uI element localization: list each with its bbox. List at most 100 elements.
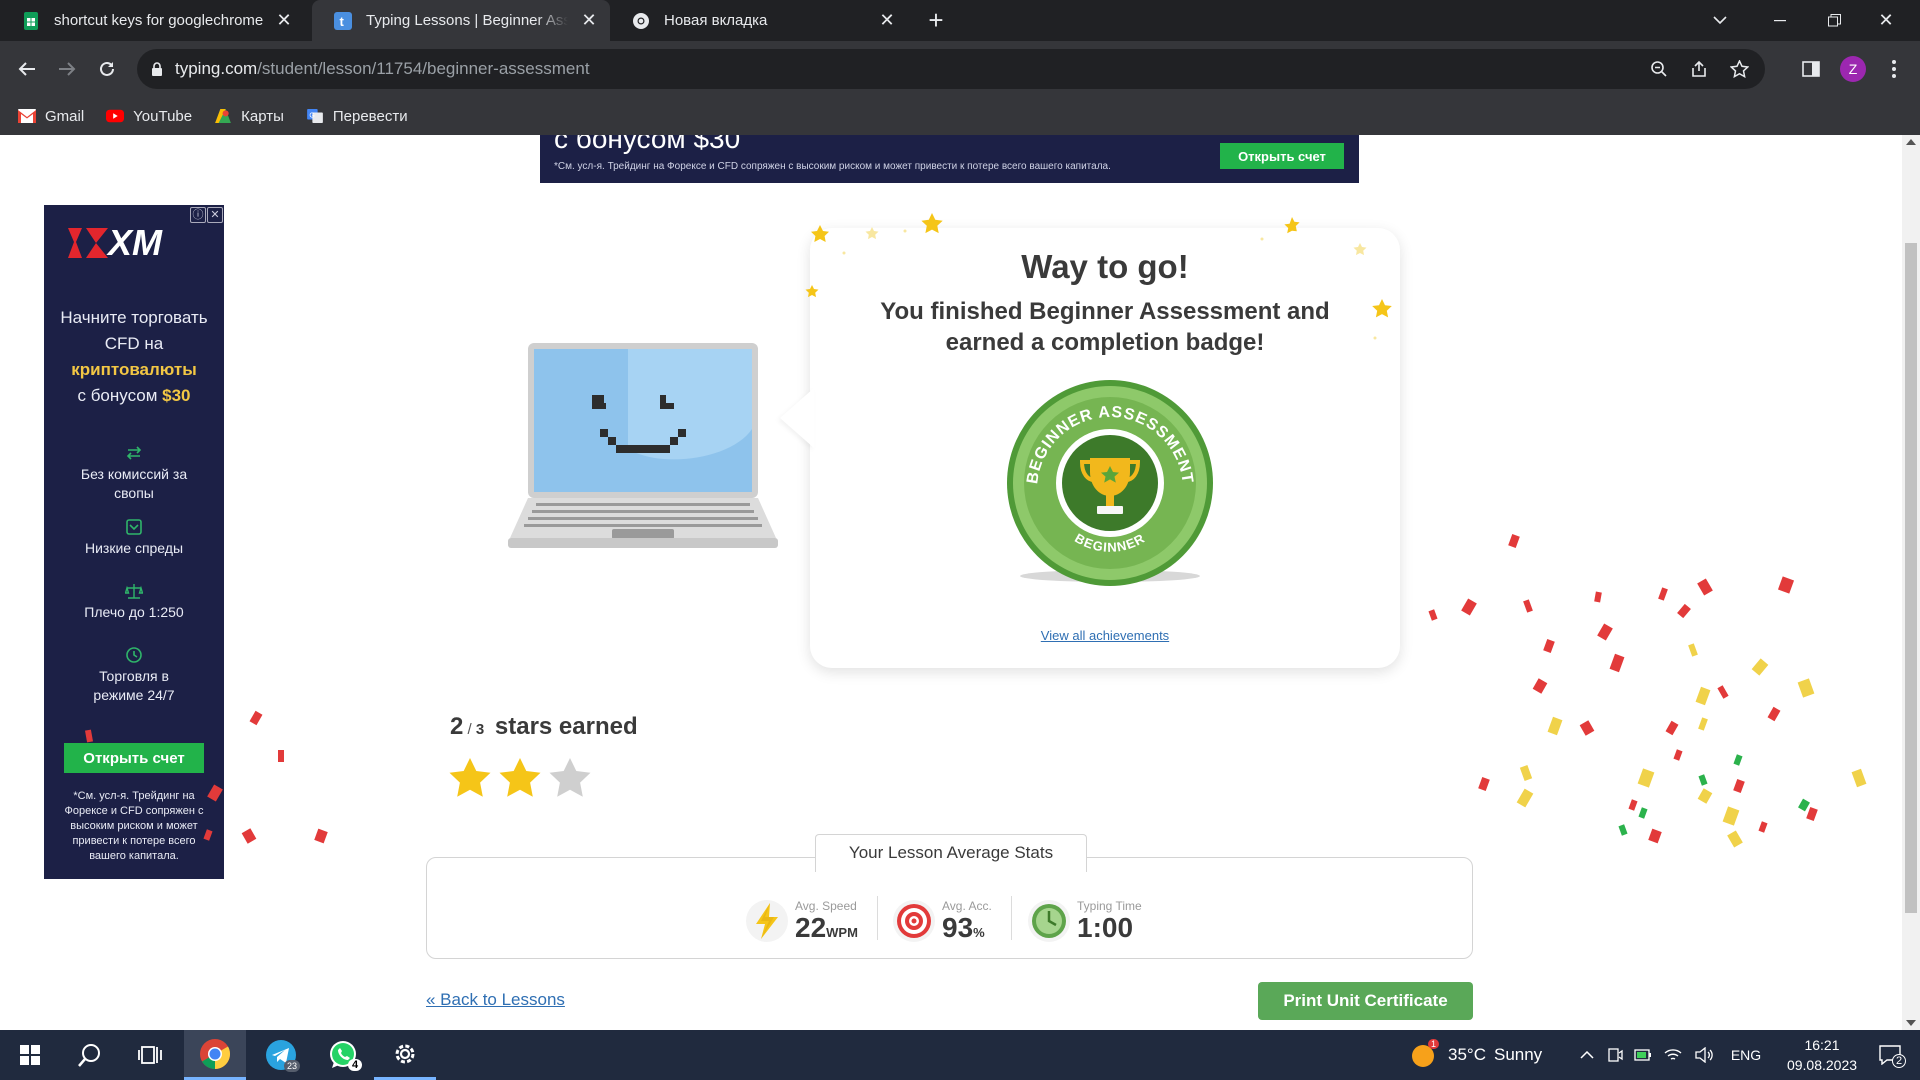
taskbar-settings[interactable] bbox=[374, 1030, 436, 1080]
ad-feature: Плечо до 1:250 bbox=[44, 583, 224, 641]
view-achievements-link[interactable]: View all achievements bbox=[810, 628, 1400, 643]
close-icon[interactable]: ✕ bbox=[876, 10, 898, 32]
chrome-icon bbox=[633, 12, 649, 29]
svg-text:BEGINNER: BEGINNER bbox=[1072, 530, 1147, 555]
tray-battery[interactable] bbox=[1632, 1030, 1654, 1080]
scrollbar-thumb[interactable] bbox=[1905, 243, 1917, 913]
accuracy-label: Avg. Acc. bbox=[942, 899, 992, 913]
ad-close-icon[interactable]: ✕ bbox=[207, 207, 223, 223]
bookmark-maps[interactable]: Карты bbox=[214, 108, 284, 125]
confetti-piece bbox=[314, 828, 328, 844]
bookmark-label: YouTube bbox=[133, 107, 193, 125]
confetti-piece bbox=[1594, 591, 1602, 603]
confetti-piece bbox=[1547, 716, 1563, 736]
confetti-piece bbox=[1508, 533, 1520, 549]
lightning-icon bbox=[746, 900, 788, 942]
confetti-piece bbox=[1648, 828, 1662, 844]
ad-disclaimer: *См. усл-я. Трейдинг на Форексе и CFD со… bbox=[554, 161, 1111, 172]
ad-feature-label: Низкие спреды bbox=[84, 540, 184, 556]
bookmark-gmail[interactable]: Gmail bbox=[18, 108, 84, 125]
bookmark-youtube[interactable]: YouTube bbox=[106, 108, 192, 125]
confetti-piece bbox=[241, 828, 257, 844]
star-filled-icon bbox=[449, 758, 491, 797]
confetti-piece bbox=[1722, 806, 1740, 826]
new-tab-button[interactable]: + bbox=[921, 0, 951, 41]
ad-line-bonus: $30 bbox=[162, 386, 191, 405]
back-to-lessons-link[interactable]: « Back to Lessons bbox=[426, 990, 565, 1010]
taskbar-chrome[interactable] bbox=[184, 1030, 246, 1080]
confetti-piece bbox=[1618, 824, 1628, 836]
tab-strip: shortcut keys for googlechrome ✕ t Typin… bbox=[0, 0, 1920, 41]
confetti-piece bbox=[1698, 717, 1708, 731]
share-icon[interactable] bbox=[1690, 60, 1708, 78]
speed-label: Avg. Speed bbox=[795, 899, 857, 913]
confetti-piece bbox=[1733, 754, 1743, 766]
confetti-piece bbox=[1797, 678, 1815, 698]
stat-divider bbox=[1011, 896, 1012, 940]
address-bar[interactable]: typing.com/student/lesson/11754/beginner… bbox=[137, 49, 1765, 89]
tab-typing-lessons[interactable]: t Typing Lessons | Beginner Assess ✕ bbox=[312, 0, 610, 41]
taskbar-telegram[interactable]: 23 bbox=[250, 1030, 312, 1080]
ad-feature: Низкие спреды bbox=[44, 519, 224, 577]
speed-unit: WPM bbox=[826, 925, 858, 940]
side-banner-ad[interactable]: ⓘ ✕ XM Начните торговать CFD на криптова… bbox=[44, 205, 224, 879]
scroll-down-arrow-icon[interactable] bbox=[1906, 1020, 1916, 1026]
confetti-piece bbox=[1543, 638, 1555, 654]
tab-sheets[interactable]: shortcut keys for googlechrome ✕ bbox=[0, 0, 305, 41]
confetti-piece bbox=[1777, 576, 1795, 594]
menu-button[interactable] bbox=[1880, 55, 1908, 83]
youtube-icon bbox=[106, 109, 125, 123]
sheets-icon bbox=[24, 11, 38, 30]
ad-open-account-button[interactable]: Открыть счет bbox=[64, 743, 204, 773]
confetti-piece bbox=[1597, 623, 1613, 641]
tray-wifi[interactable] bbox=[1662, 1030, 1684, 1080]
ad-info-icon[interactable]: ⓘ bbox=[190, 207, 206, 223]
notification-center[interactable]: 2 bbox=[1870, 1030, 1910, 1080]
whatsapp-badge: 4 bbox=[348, 1059, 363, 1071]
tab-new-tab[interactable]: Новая вкладка ✕ bbox=[610, 0, 908, 41]
time-value: 1:00 bbox=[1077, 912, 1134, 943]
confetti-piece bbox=[1519, 765, 1533, 781]
task-view-button[interactable] bbox=[122, 1030, 178, 1080]
confetti-piece bbox=[1658, 587, 1668, 601]
xm-logo-icon bbox=[68, 228, 108, 258]
weather-alert-badge: 1 bbox=[1428, 1039, 1440, 1049]
search-button[interactable] bbox=[62, 1030, 118, 1080]
minimize-button[interactable] bbox=[1760, 0, 1800, 41]
taskbar-whatsapp[interactable]: 4 bbox=[312, 1030, 374, 1080]
back-button[interactable] bbox=[13, 55, 41, 83]
tray-volume[interactable] bbox=[1692, 1030, 1716, 1080]
bubble-tail bbox=[780, 388, 814, 448]
restore-button[interactable] bbox=[1814, 0, 1854, 41]
bookmark-translate[interactable]: G Перевести bbox=[306, 108, 408, 125]
stat-divider bbox=[877, 896, 878, 940]
clock[interactable]: 16:21 09.08.2023 bbox=[1772, 1030, 1872, 1080]
stars-earned-summary: 2 / 3 stars earned bbox=[450, 713, 638, 741]
scroll-up-arrow-icon[interactable] bbox=[1906, 139, 1916, 145]
browser-toolbar: typing.com/student/lesson/11754/beginner… bbox=[0, 41, 1920, 97]
star-bookmark-icon[interactable] bbox=[1730, 60, 1749, 78]
forward-button[interactable] bbox=[53, 55, 81, 83]
minimize-icon bbox=[1774, 19, 1786, 21]
tray-meet-now[interactable] bbox=[1604, 1030, 1626, 1080]
xm-brand: XM bbox=[108, 222, 162, 263]
stars-separator: / bbox=[463, 721, 476, 738]
confetti-piece bbox=[1695, 686, 1711, 706]
language-indicator[interactable]: ENG bbox=[1726, 1030, 1766, 1080]
close-icon[interactable]: ✕ bbox=[273, 10, 295, 32]
tab-search-button[interactable] bbox=[1705, 0, 1735, 41]
profile-button[interactable]: Z bbox=[1839, 55, 1867, 83]
print-certificate-button[interactable]: Print Unit Certificate bbox=[1258, 982, 1473, 1020]
close-icon[interactable]: ✕ bbox=[578, 10, 600, 32]
zoom-icon[interactable] bbox=[1650, 60, 1668, 78]
start-button[interactable] bbox=[0, 1030, 60, 1080]
page-scrollbar[interactable] bbox=[1902, 135, 1920, 1030]
reload-button[interactable] bbox=[93, 55, 121, 83]
top-banner-ad[interactable]: с бонусом $30 *См. усл-я. Трейдинг на Фо… bbox=[540, 135, 1359, 183]
side-panel-button[interactable] bbox=[1797, 55, 1825, 83]
ad-open-account-button[interactable]: Открыть счет bbox=[1220, 143, 1344, 169]
bookmark-label: Перевести bbox=[332, 107, 408, 125]
tray-overflow-button[interactable] bbox=[1576, 1030, 1598, 1080]
weather-widget[interactable]: 1 35°C Sunny bbox=[1410, 1030, 1570, 1080]
close-window-button[interactable]: ✕ bbox=[1866, 0, 1906, 41]
